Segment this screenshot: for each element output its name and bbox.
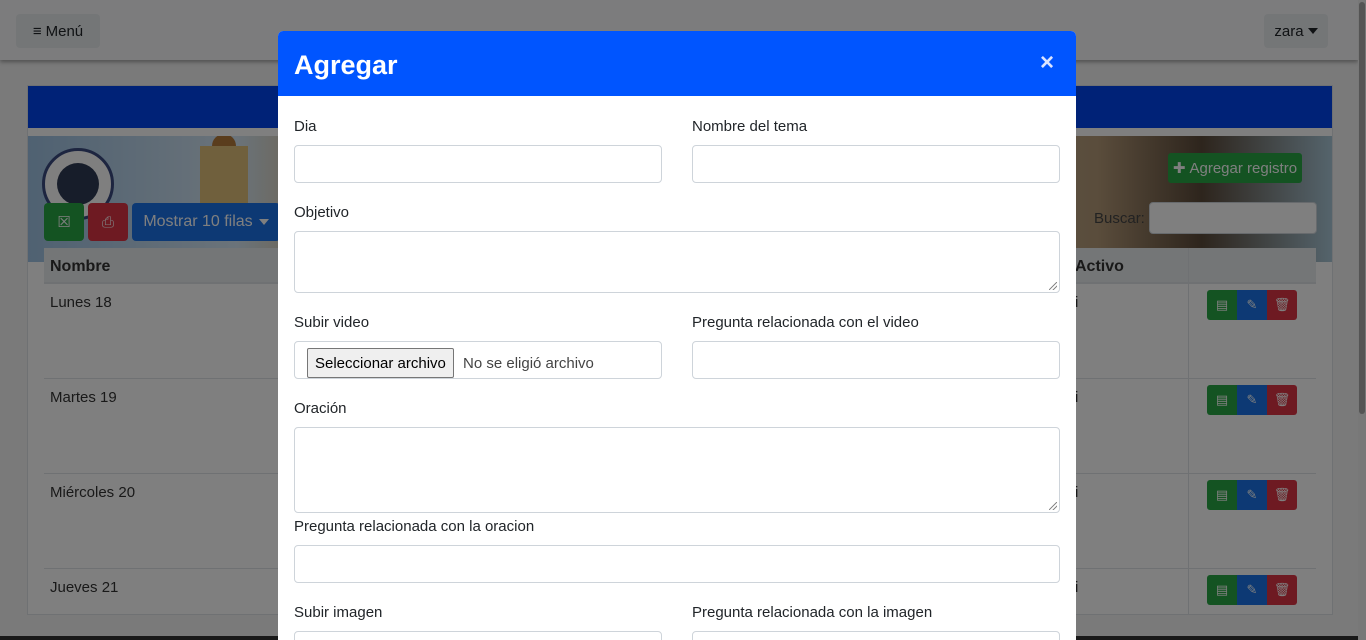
resize-handle-icon[interactable] <box>1049 282 1057 290</box>
no-file-status: No se eligió archivo <box>463 355 594 372</box>
subir-video-label: Subir video <box>294 314 370 331</box>
modal-title: Agregar <box>294 50 398 80</box>
video-file-input[interactable]: Seleccionar archivo No se eligió archivo <box>294 341 662 379</box>
image-file-input[interactable] <box>294 631 662 640</box>
resize-handle-icon[interactable] <box>1049 502 1057 510</box>
dia-label: Dia <box>294 118 317 135</box>
pregunta-video-input[interactable] <box>692 341 1060 379</box>
subir-imagen-label: Subir imagen <box>294 604 383 621</box>
dia-input[interactable] <box>294 145 662 183</box>
modal-header: Agregar × <box>278 31 1076 96</box>
pregunta-imagen-input[interactable] <box>692 631 1060 640</box>
pregunta-oracion-label: Pregunta relacionada con la oracion <box>294 518 535 535</box>
oracion-textarea[interactable] <box>294 427 1060 513</box>
objetivo-textarea[interactable] <box>294 231 1060 293</box>
objetivo-label: Objetivo <box>294 204 350 221</box>
nombre-tema-label: Nombre del tema <box>692 118 808 135</box>
nombre-tema-input[interactable] <box>692 145 1060 183</box>
pregunta-oracion-input[interactable] <box>294 545 1060 583</box>
add-modal: Agregar × Dia Nombre del tema Objetivo S… <box>278 31 1076 640</box>
close-icon[interactable]: × <box>1040 49 1054 77</box>
select-file-button[interactable]: Seleccionar archivo <box>307 348 454 378</box>
oracion-label: Oración <box>294 400 347 417</box>
pregunta-video-label: Pregunta relacionada con el video <box>692 314 919 331</box>
pregunta-imagen-label: Pregunta relacionada con la imagen <box>692 604 933 621</box>
